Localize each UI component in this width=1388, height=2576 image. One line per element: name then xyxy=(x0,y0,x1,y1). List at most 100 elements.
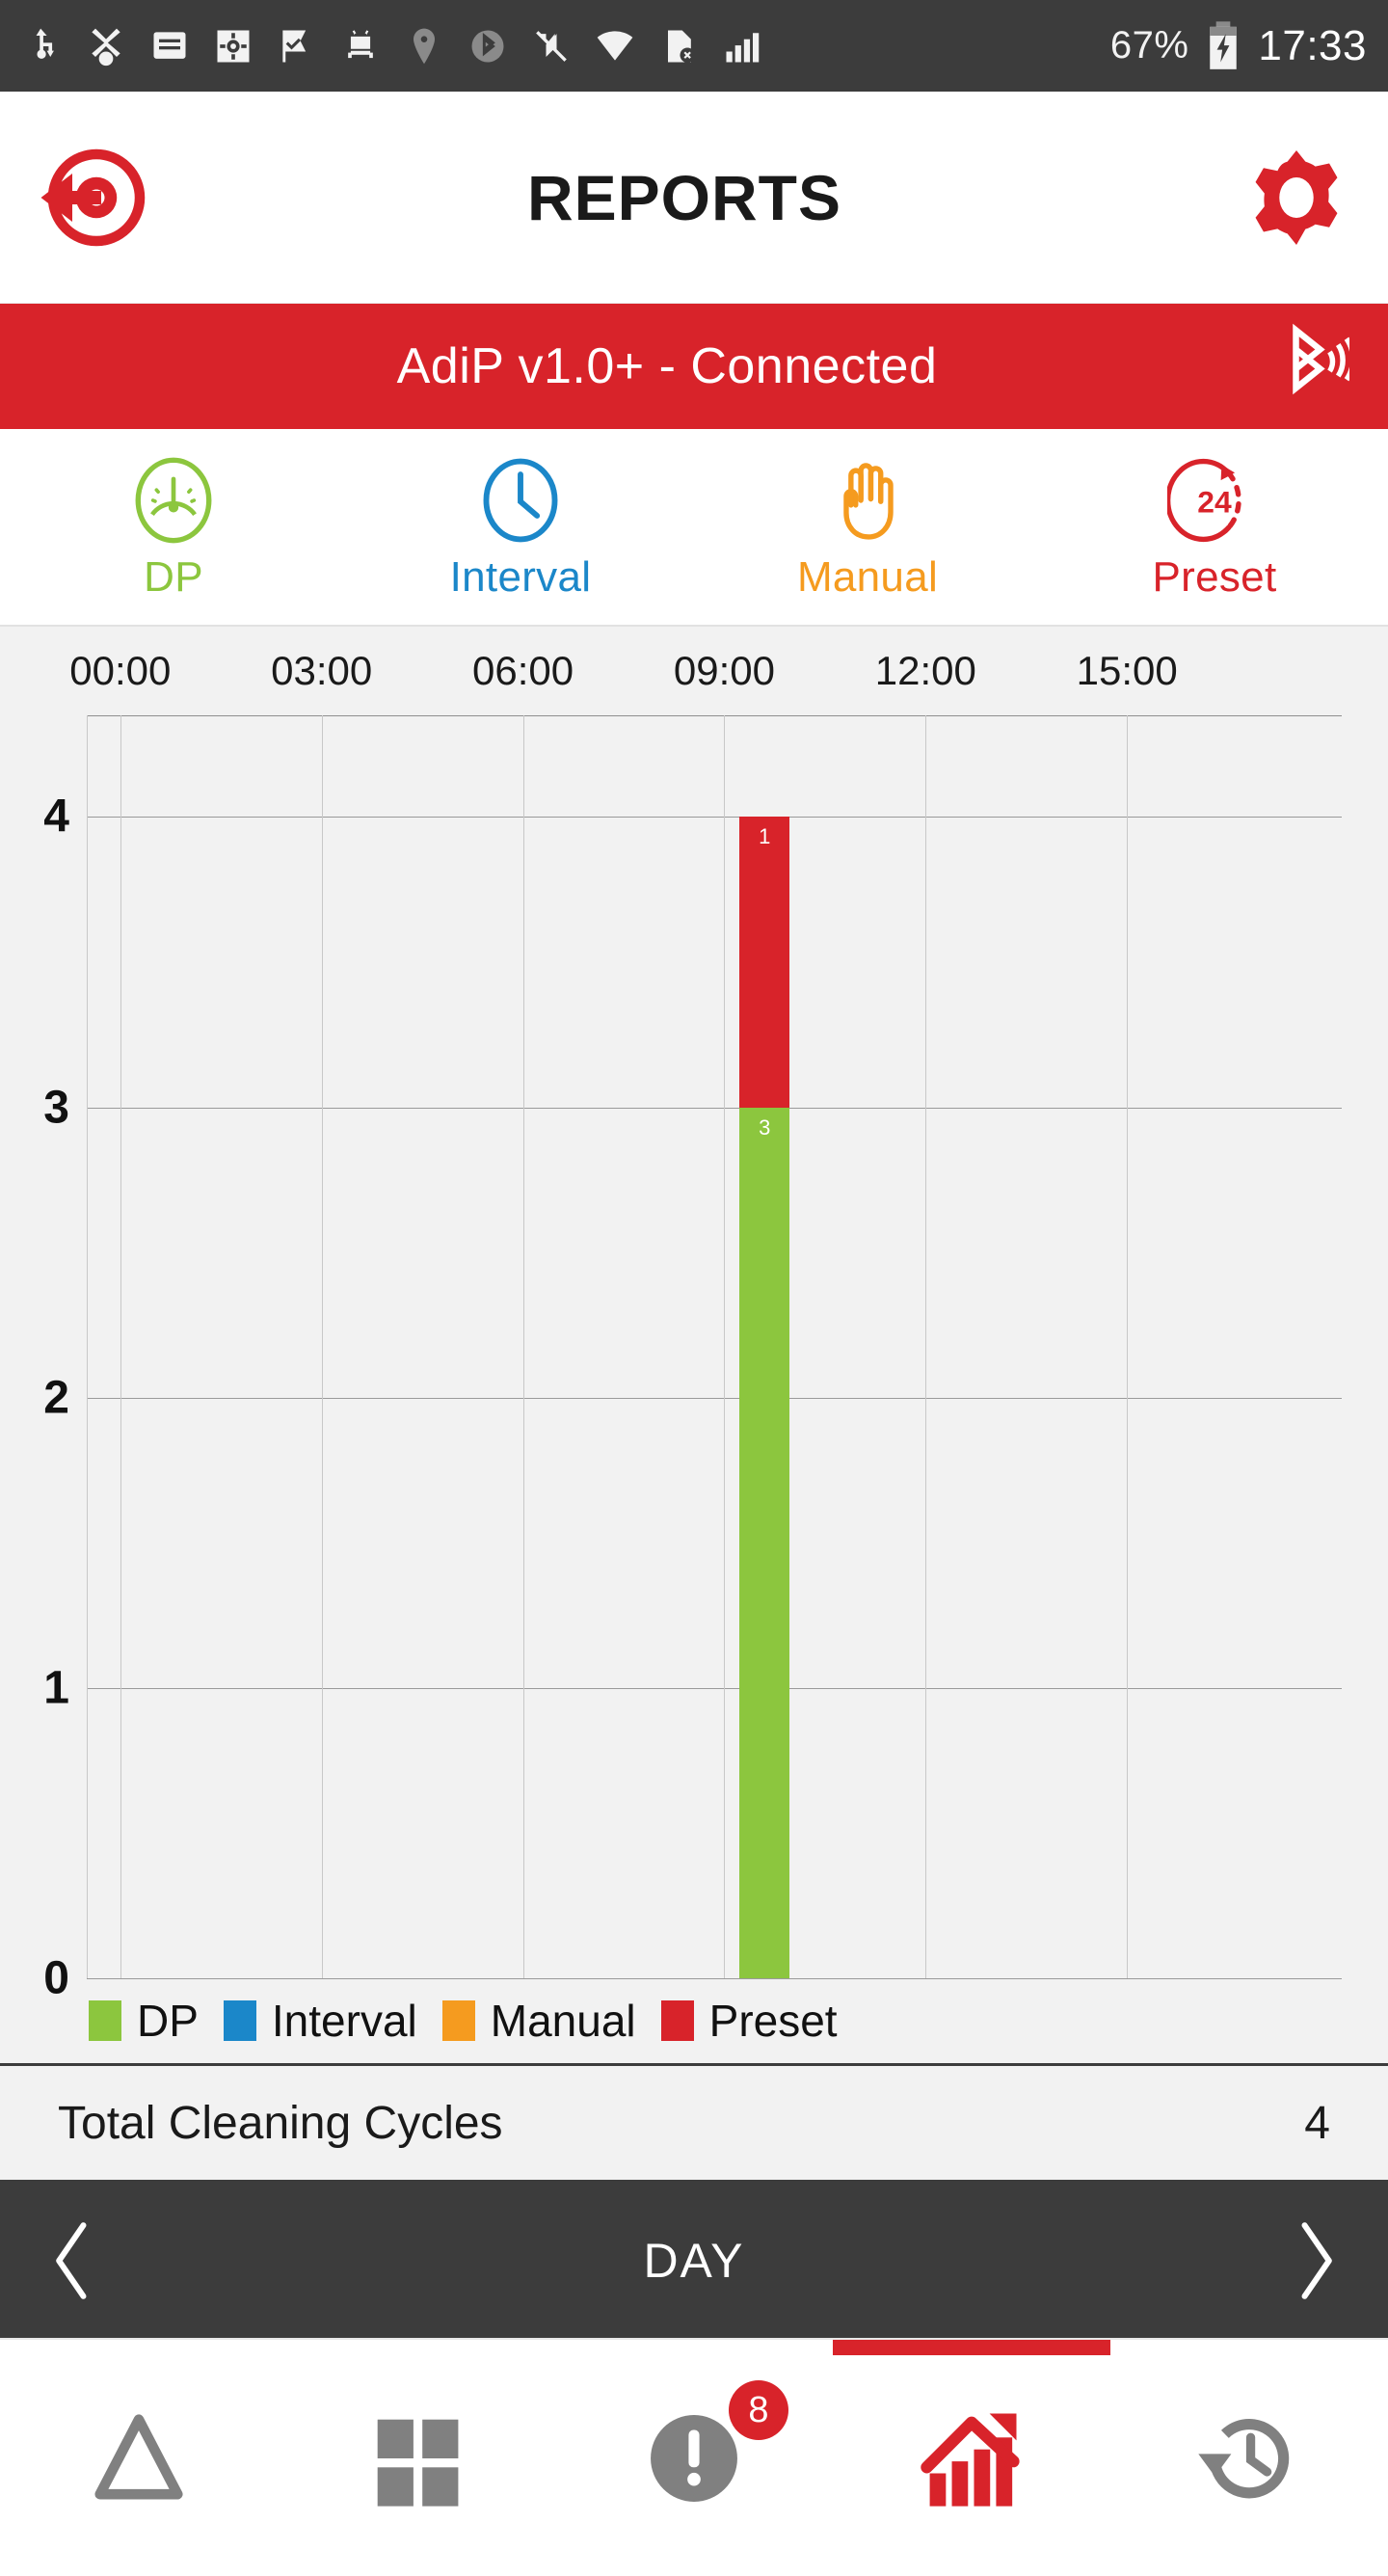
mode-item-interval[interactable]: Interval xyxy=(347,453,694,602)
bluetooth-icon xyxy=(471,30,504,62)
gauge-icon xyxy=(135,457,212,543)
total-cleaning-cycles-label: Total Cleaning Cycles xyxy=(58,2097,503,2149)
bar-chart-up-icon xyxy=(921,2413,1020,2507)
next-period-button[interactable] xyxy=(1243,2184,1388,2338)
nav-item-alerts[interactable]: 8 xyxy=(555,2340,833,2576)
chart-bar[interactable]: 31 xyxy=(739,817,790,1978)
sd-card-error-icon xyxy=(668,30,695,63)
message-icon xyxy=(153,31,186,59)
vpn-key-icon xyxy=(92,28,120,66)
chart-gridline-horizontal xyxy=(87,1397,1342,1399)
legend-label: Manual xyxy=(490,1996,636,2046)
x-tick-label: 03:00 xyxy=(271,648,373,693)
mode-selector: DP Interval Manual 24 Preset xyxy=(0,429,1388,627)
chevron-right-icon xyxy=(1301,2222,1332,2299)
status-bar-right: 67% 17:33 xyxy=(1110,19,1367,73)
status-bar-icons xyxy=(21,24,1110,68)
chart-gridline-vertical xyxy=(522,715,524,1978)
legend-swatch xyxy=(441,2000,475,2041)
gear-icon xyxy=(1255,149,1338,245)
legend-swatch xyxy=(223,2000,256,2041)
legend-item: Preset xyxy=(660,1995,838,2047)
chart-gridline-vertical xyxy=(120,715,121,1978)
chart-gridline-vertical xyxy=(87,715,88,1978)
x-tick-label: 15:00 xyxy=(1076,648,1178,693)
legend-item: Manual xyxy=(441,1995,636,2047)
bottom-navigation: 8 xyxy=(0,2338,1388,2576)
chevron-left-icon xyxy=(56,2222,87,2299)
y-tick-label: 2 xyxy=(43,1372,69,1424)
period-navigation: DAY xyxy=(0,2184,1388,2338)
mode-label-preset: Preset xyxy=(1152,552,1277,601)
mode-label-manual: Manual xyxy=(796,552,939,601)
nav-item-reports[interactable] xyxy=(833,2340,1110,2576)
chart-bar-value-label: 3 xyxy=(759,1114,771,1140)
x-tick-label: 09:00 xyxy=(673,648,775,693)
y-tick-label: 1 xyxy=(43,1662,69,1714)
connection-status-text: AdiP v1.0+ - Connected xyxy=(396,338,938,394)
chart-legend: DP Interval Manual Preset xyxy=(0,1978,1388,2063)
status-bar: 67% 17:33 xyxy=(0,0,1388,92)
battery-percent: 67% xyxy=(1109,24,1189,67)
page-title: REPORTS xyxy=(526,161,842,233)
chart-gridline-horizontal xyxy=(87,1978,1342,1979)
android-icon xyxy=(348,29,373,58)
wifi-icon xyxy=(597,30,633,61)
mode-label-interval: Interval xyxy=(449,552,592,601)
checkmark-flag-icon xyxy=(282,30,307,62)
chart-bar-segment-preset: 1 xyxy=(739,817,790,1108)
mode-item-preset[interactable]: 24 Preset xyxy=(1041,453,1388,602)
24-hour-cycle-icon: 24 xyxy=(1167,458,1241,542)
clock-icon xyxy=(483,458,558,542)
status-bar-clock: 17:33 xyxy=(1258,21,1367,69)
y-tick-label: 4 xyxy=(43,791,69,843)
chart-gridline-vertical xyxy=(925,715,927,1978)
chart-gridline-horizontal xyxy=(87,1687,1342,1689)
app-header: REPORTS xyxy=(0,92,1388,304)
mute-icon xyxy=(536,30,567,62)
chart-bar-segment-dp: 3 xyxy=(739,1107,790,1978)
chart-gridline-horizontal xyxy=(87,817,1342,818)
legend-label: DP xyxy=(137,1996,199,2046)
signal-bars-icon xyxy=(726,32,760,62)
mode-label-dp: DP xyxy=(144,552,203,601)
app-screen: 67% 17:33 REPORTS AdiP v1.0+ - Connected… xyxy=(0,0,1388,2576)
history-icon xyxy=(1198,2418,1290,2498)
nav-item-delta[interactable] xyxy=(0,2340,278,2576)
connection-banner[interactable]: AdiP v1.0+ - Connected xyxy=(0,304,1388,429)
previous-period-button[interactable] xyxy=(0,2184,145,2338)
chart-gridline-vertical xyxy=(1127,715,1129,1978)
period-label[interactable]: DAY xyxy=(145,2233,1243,2289)
nav-item-modules[interactable] xyxy=(278,2340,555,2576)
x-tick-label: 00:00 xyxy=(69,648,172,693)
legend-label: Interval xyxy=(271,1996,417,2046)
location-icon xyxy=(414,28,435,64)
back-arrow-target-icon xyxy=(40,148,146,246)
total-cleaning-cycles-row: Total Cleaning Cycles 4 xyxy=(0,2066,1388,2184)
legend-swatch xyxy=(89,2000,121,2041)
legend-swatch xyxy=(660,2000,694,2041)
chart-x-axis-labels: 00:00 03:00 06:00 09:00 12:00 15:00 xyxy=(0,627,1388,715)
settings-update-icon xyxy=(217,30,250,62)
x-tick-label: 06:00 xyxy=(472,648,574,693)
svg-text:24: 24 xyxy=(1197,484,1232,519)
chart-gridline-horizontal xyxy=(87,1107,1342,1109)
cleaning-cycles-chart: 00:00 03:00 06:00 09:00 12:00 15:00 0123431 D… xyxy=(0,627,1388,2066)
triangle-icon xyxy=(94,2413,183,2499)
total-cleaning-cycles-value: 4 xyxy=(1304,2097,1330,2149)
chart-plot-area: 0123431 xyxy=(43,715,1342,2004)
y-tick-label: 0 xyxy=(43,1952,69,2004)
hand-icon xyxy=(843,462,894,540)
chart-gridline-vertical xyxy=(724,715,726,1978)
mode-item-manual[interactable]: Manual xyxy=(694,453,1041,602)
chart-bar-value-label: 1 xyxy=(759,824,771,849)
settings-button[interactable] xyxy=(1234,135,1359,260)
y-tick-label: 3 xyxy=(43,1082,69,1134)
bluetooth-connected-icon xyxy=(1293,323,1349,395)
usb-icon xyxy=(36,28,54,59)
nav-item-history[interactable] xyxy=(1110,2340,1388,2576)
mode-item-dp[interactable]: DP xyxy=(0,453,347,602)
battery-charging-icon xyxy=(1210,20,1238,69)
legend-item: Interval xyxy=(223,1995,417,2047)
chart-gridline-vertical xyxy=(321,715,323,1978)
